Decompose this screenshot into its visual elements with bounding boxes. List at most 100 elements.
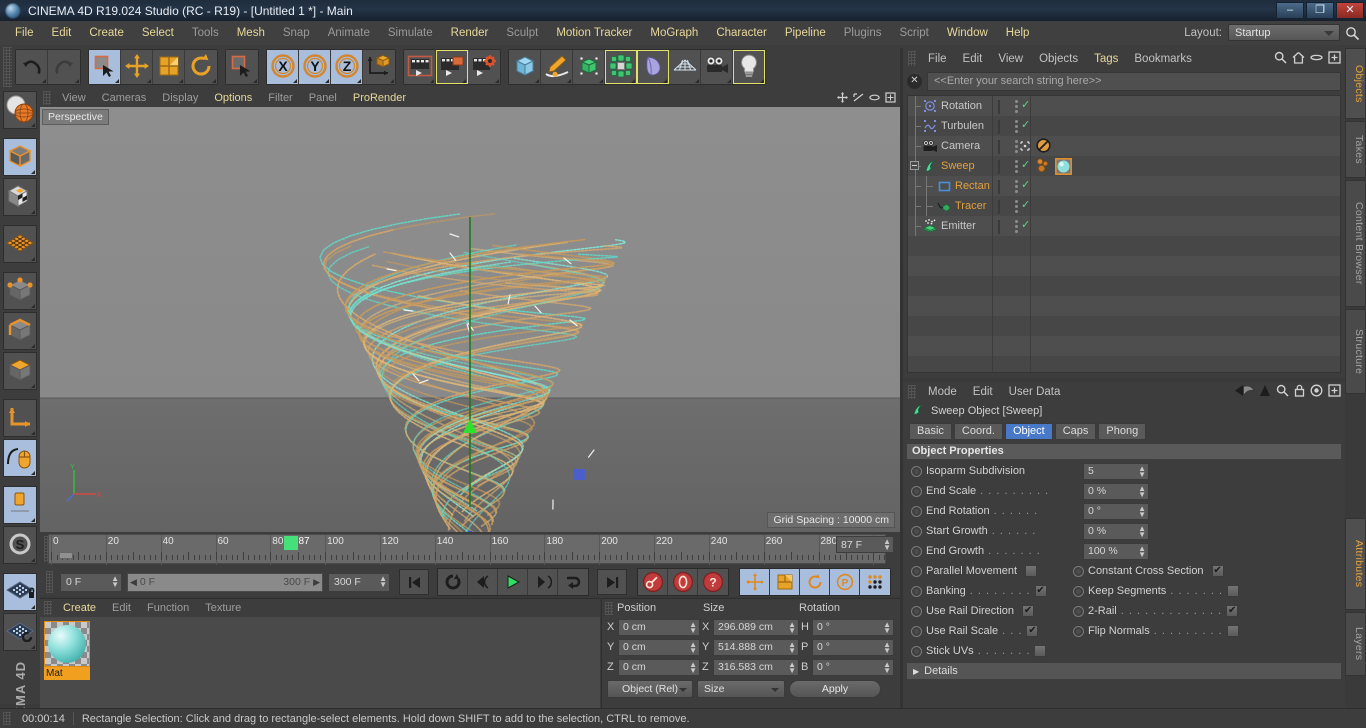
- menu-item-file[interactable]: File: [6, 21, 43, 45]
- object-search-input[interactable]: <<Enter your search string here>>: [927, 72, 1341, 91]
- dropdown-corner-icon[interactable]: [31, 210, 35, 214]
- tab-coord[interactable]: Coord.: [954, 423, 1003, 440]
- texture-mode-button[interactable]: [3, 178, 37, 216]
- attributes-menu-edit[interactable]: Edit: [965, 386, 1001, 398]
- attributes-grip[interactable]: [908, 385, 916, 399]
- material-grip[interactable]: [44, 601, 52, 615]
- material-item[interactable]: Mat: [44, 621, 90, 680]
- viewport-mouse-button[interactable]: [3, 439, 37, 477]
- workplane-lock-button[interactable]: [3, 573, 37, 611]
- scale-button[interactable]: [153, 50, 185, 84]
- render-region-button[interactable]: [436, 50, 468, 84]
- dropdown-corner-icon[interactable]: [599, 79, 603, 83]
- spinner-icon[interactable]: ▲ ▼: [788, 622, 796, 634]
- dropdown-corner-icon[interactable]: [115, 79, 119, 83]
- right-tab-takes[interactable]: Takes: [1345, 121, 1366, 178]
- dropdown-corner-icon[interactable]: [179, 79, 183, 83]
- polygon-mesh-button[interactable]: [3, 225, 37, 263]
- right-tab-objects[interactable]: Objects: [1345, 48, 1366, 119]
- animate-toggle-use-rail-direction[interactable]: [911, 606, 922, 617]
- add-light-button[interactable]: [733, 50, 765, 84]
- checkbox-stick-uvs[interactable]: [1034, 645, 1046, 657]
- checkbox-keep-segments[interactable]: [1227, 585, 1239, 597]
- right-tab-attributes[interactable]: Attributes: [1345, 518, 1366, 610]
- dropdown-corner-icon[interactable]: [357, 79, 361, 83]
- viewport-menu-filter[interactable]: Filter: [260, 89, 300, 107]
- collapse-toggle-icon[interactable]: [910, 161, 919, 170]
- render-settings-button[interactable]: [468, 50, 500, 84]
- object-layer-swatch[interactable]: [998, 141, 1000, 153]
- object-row[interactable]: Emitter ✓: [908, 216, 1340, 236]
- animate-toggle-stick-uvs[interactable]: [911, 646, 922, 657]
- play-backward-frame-button[interactable]: [438, 569, 468, 595]
- dropdown-corner-icon[interactable]: [462, 79, 466, 83]
- object-layer-swatch[interactable]: [998, 161, 1000, 173]
- object-target-icon[interactable]: [1020, 141, 1030, 154]
- object-row[interactable]: Tracer ✓: [908, 196, 1340, 216]
- select-tool-button[interactable]: [226, 50, 258, 84]
- rotation-p-field[interactable]: 0 ° ▲ ▼: [812, 639, 894, 656]
- property-value-end-growth[interactable]: 100 % ▲ ▼: [1083, 543, 1149, 560]
- viewport-menu-prorender[interactable]: ProRender: [345, 89, 414, 107]
- up-arrow-icon[interactable]: [1259, 384, 1271, 400]
- spinner-icon[interactable]: ▲ ▼: [689, 662, 697, 674]
- spinner-icon[interactable]: ▲ ▼: [689, 642, 697, 654]
- object-layer-swatch[interactable]: [998, 201, 1000, 213]
- x-axis-button[interactable]: X: [267, 50, 299, 84]
- menu-item-tools[interactable]: Tools: [183, 21, 228, 45]
- menu-item-animate[interactable]: Animate: [319, 21, 379, 45]
- tab-caps[interactable]: Caps: [1055, 423, 1097, 440]
- end-frame-field[interactable]: 300 F ▲ ▼: [328, 573, 390, 592]
- object-name[interactable]: Turbulen: [941, 120, 991, 132]
- dropdown-corner-icon[interactable]: [31, 518, 35, 522]
- status-grip[interactable]: [3, 712, 11, 725]
- property-value-isoparm-subdivision[interactable]: 5 ▲ ▼: [1083, 463, 1149, 480]
- object-menu-bookmarks[interactable]: Bookmarks: [1126, 53, 1200, 65]
- object-enabled-check-icon[interactable]: ✓: [1021, 200, 1030, 211]
- timeline-controls-grip[interactable]: [46, 571, 53, 593]
- render-view-button[interactable]: [404, 50, 436, 84]
- menu-item-motion-tracker[interactable]: Motion Tracker: [547, 21, 641, 45]
- checkbox-use-rail-scale[interactable]: ✔: [1026, 625, 1038, 637]
- go-to-start-button[interactable]: [399, 569, 429, 595]
- play-button[interactable]: [498, 569, 528, 595]
- checkbox-flip-normals[interactable]: [1227, 625, 1239, 637]
- object-row[interactable]: Rotation ✓: [908, 96, 1340, 116]
- object-menu-edit[interactable]: Edit: [955, 53, 991, 65]
- animate-toggle-keep-segments[interactable]: [1073, 586, 1084, 597]
- point-mode-button[interactable]: [3, 272, 37, 310]
- add-camera-button[interactable]: [701, 50, 733, 84]
- zoom-view-icon[interactable]: [853, 92, 864, 106]
- menu-item-plugins[interactable]: Plugins: [835, 21, 891, 45]
- add-generator-button[interactable]: [573, 50, 605, 84]
- object-menu-view[interactable]: View: [990, 53, 1031, 65]
- go-to-end-button[interactable]: [597, 569, 627, 595]
- y-axis-button[interactable]: Y: [299, 50, 331, 84]
- visibility-dots-icon[interactable]: [1015, 140, 1018, 153]
- animate-toggle-constant-cross-section[interactable]: [1073, 566, 1084, 577]
- size-y-field[interactable]: 514.888 cm ▲ ▼: [713, 639, 799, 656]
- timeline-ruler[interactable]: 0204060801001201401601802002202402602803…: [48, 534, 886, 564]
- position-z-field[interactable]: 0 cm ▲ ▼: [618, 659, 700, 676]
- start-frame-field[interactable]: 0 F ▲ ▼: [60, 573, 122, 592]
- dropdown-corner-icon[interactable]: [535, 79, 539, 83]
- object-name[interactable]: Rectan: [955, 180, 995, 192]
- viewport-menu-cameras[interactable]: Cameras: [94, 89, 155, 107]
- position-x-field[interactable]: 0 cm ▲ ▼: [618, 619, 700, 636]
- checkbox-use-rail-direction[interactable]: ✔: [1022, 605, 1034, 617]
- menu-item-pipeline[interactable]: Pipeline: [776, 21, 835, 45]
- viewport-menu-view[interactable]: View: [54, 89, 94, 107]
- expand-icon[interactable]: [1328, 384, 1341, 400]
- dropdown-corner-icon[interactable]: [430, 79, 434, 83]
- object-menu-tags[interactable]: Tags: [1086, 53, 1126, 65]
- tab-basic[interactable]: Basic: [909, 423, 952, 440]
- spinner-icon[interactable]: ▲ ▼: [1138, 506, 1146, 518]
- loop-button[interactable]: [558, 569, 588, 595]
- dropdown-corner-icon[interactable]: [31, 431, 35, 435]
- menu-item-character[interactable]: Character: [707, 21, 776, 45]
- checkbox-parallel-movement[interactable]: [1025, 565, 1037, 577]
- object-enabled-check-icon[interactable]: ✓: [1021, 160, 1030, 171]
- viewport-menu-panel[interactable]: Panel: [301, 89, 345, 107]
- rotate-view-icon[interactable]: [869, 92, 880, 106]
- clear-search-button[interactable]: ✕: [907, 74, 922, 89]
